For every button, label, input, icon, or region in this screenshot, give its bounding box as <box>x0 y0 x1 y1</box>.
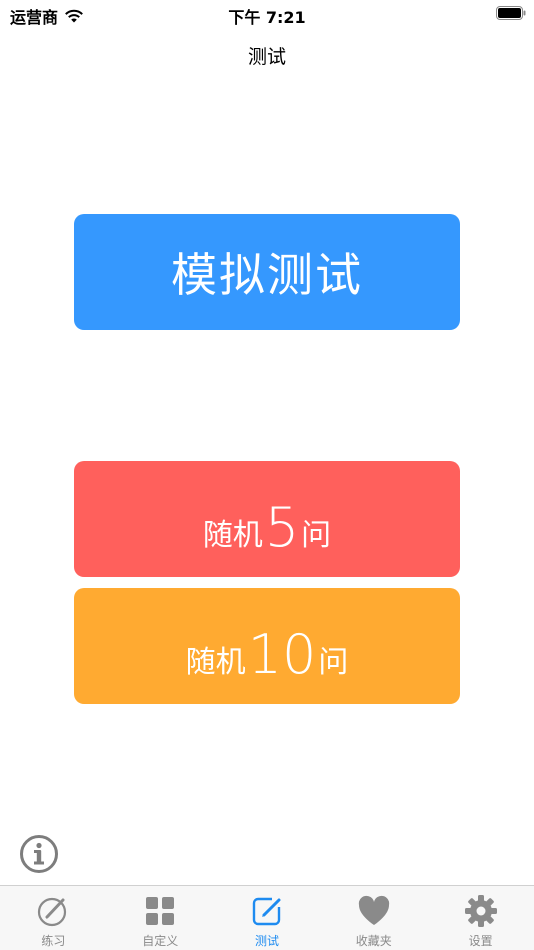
random-10-prefix: 随机 <box>185 645 246 680</box>
random-10-suffix: 问 <box>318 645 349 680</box>
random-5-button[interactable]: 随机 5 问 <box>74 461 460 577</box>
tab-bar: 练习 自定义 测试 收藏夹 设置 <box>0 885 534 950</box>
mock-test-label: 模拟测试 <box>171 248 363 302</box>
random-5-prefix: 随机 <box>202 518 263 553</box>
heart-icon <box>358 895 389 925</box>
mock-test-button[interactable]: 模拟测试 <box>74 214 460 330</box>
tab-test-label: 测试 <box>254 934 279 948</box>
tab-settings[interactable]: 设置 <box>427 886 534 950</box>
grid-icon <box>146 897 175 925</box>
tab-settings-label: 设置 <box>468 934 493 948</box>
tab-custom[interactable]: 自定义 <box>107 886 214 950</box>
tab-practice[interactable]: 练习 <box>0 886 107 950</box>
tab-test[interactable]: 测试 <box>214 886 321 950</box>
tab-custom-label: 自定义 <box>142 934 179 948</box>
random-10-button[interactable]: 随机 10 问 <box>74 588 460 704</box>
edit-square-icon <box>252 897 281 926</box>
random-5-number: 5 <box>264 496 300 559</box>
tab-favorites-label: 收藏夹 <box>355 934 392 948</box>
battery-icon <box>496 6 526 20</box>
info-icon[interactable] <box>19 834 59 874</box>
tab-practice-label: 练习 <box>41 934 66 948</box>
gear-icon <box>464 895 497 927</box>
page-title: 测试 <box>247 46 286 68</box>
random-5-suffix: 问 <box>301 518 332 553</box>
random-5-label: 随机 5 问 <box>203 483 331 555</box>
random-10-label: 随机 10 问 <box>186 610 349 682</box>
tab-favorites[interactable]: 收藏夹 <box>320 886 427 950</box>
random-10-number: 10 <box>247 623 317 686</box>
status-time: 下午 7:21 <box>228 8 306 27</box>
pencil-circle-icon <box>38 897 67 927</box>
status-bar: 运营商 下午 7:21 <box>0 0 534 28</box>
